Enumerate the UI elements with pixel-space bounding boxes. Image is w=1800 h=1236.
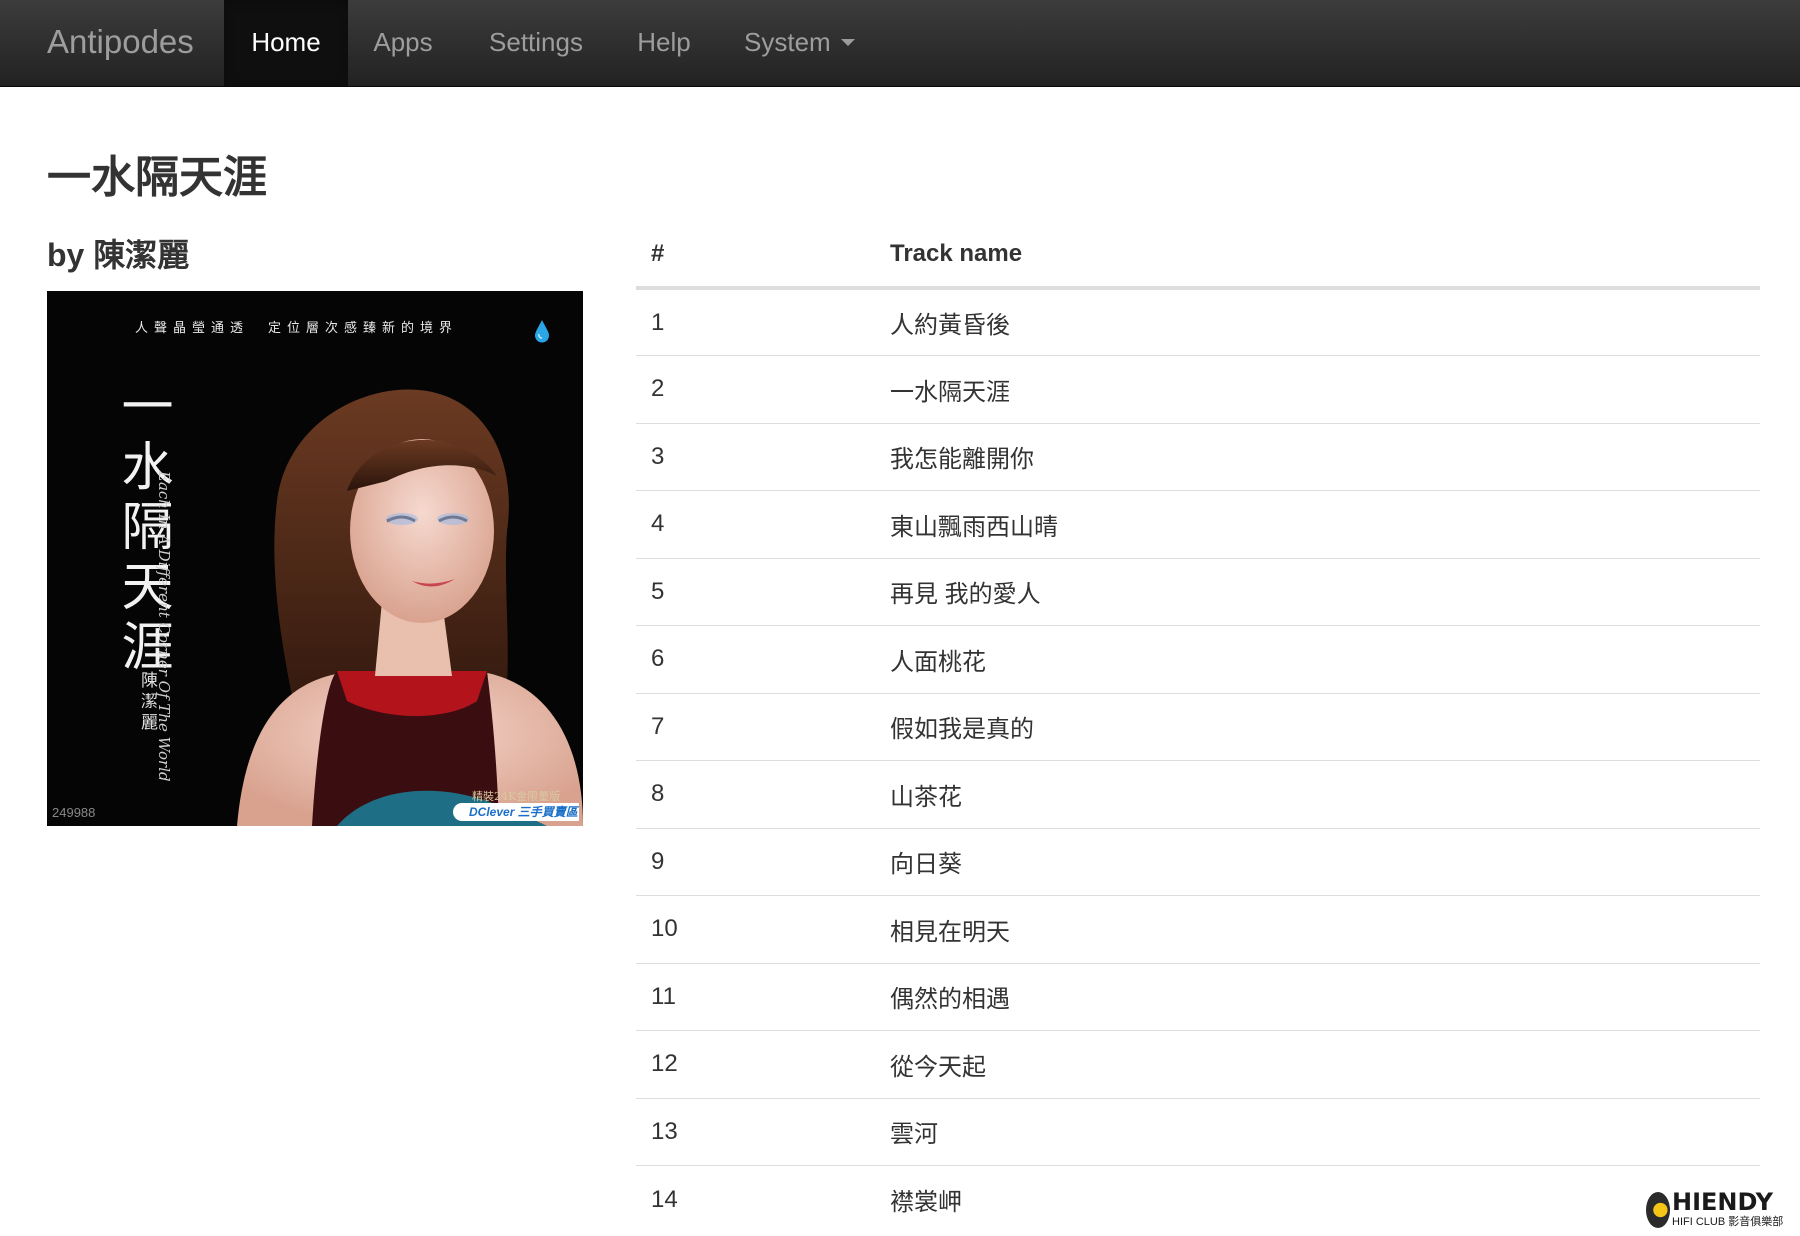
table-row[interactable]: 5 再見 我的愛人 <box>636 557 1760 626</box>
track-number: 3 <box>636 422 875 491</box>
track-number: 8 <box>636 760 875 828</box>
track-name: 一水隔天涯 <box>875 355 1760 423</box>
cover-logo: DClever 三手買賣區 <box>453 803 579 821</box>
table-row[interactable]: 3 我怎能離開你 <box>636 422 1760 491</box>
track-name: 人約黃昏後 <box>875 287 1760 356</box>
speaker-logo-icon <box>1646 1192 1670 1228</box>
table-row[interactable]: 7 假如我是真的 <box>636 692 1760 761</box>
table-row[interactable]: 4 東山飄雨西山晴 <box>636 490 1760 558</box>
cover-artist-vertical: 陳潔麗 <box>137 671 157 734</box>
watermark-name: HIENDY <box>1672 1188 1774 1216</box>
track-name: 襟裳岬 <box>875 1165 1760 1233</box>
track-number: 6 <box>636 625 875 693</box>
track-number: 4 <box>636 490 875 558</box>
track-name: 相見在明天 <box>875 895 1760 963</box>
track-number: 12 <box>636 1030 875 1098</box>
header-number: # <box>636 222 875 290</box>
track-name: 山茶花 <box>875 760 1760 828</box>
table-row[interactable]: 11 偶然的相遇 <box>636 962 1760 1031</box>
caret-down-icon <box>840 38 855 46</box>
track-name: 我怎能離開你 <box>875 422 1760 491</box>
table-row[interactable]: 9 向日葵 <box>636 827 1760 896</box>
track-number: 7 <box>636 692 875 761</box>
hiendy-watermark: HIENDY HIFI CLUB 影音俱樂部 <box>1642 1188 1800 1234</box>
nav-apps-label: Apps <box>373 27 433 57</box>
cover-portrait <box>237 389 583 826</box>
nav-settings[interactable]: Settings <box>487 0 585 86</box>
album-title: 一水隔天涯 <box>47 153 267 202</box>
nav-apps[interactable]: Apps <box>373 0 433 86</box>
track-number: 10 <box>636 895 875 963</box>
track-number: 2 <box>636 355 875 423</box>
track-name: 雲河 <box>875 1097 1760 1166</box>
track-name: 從今天起 <box>875 1030 1760 1098</box>
cover-code: 249988 <box>52 805 96 820</box>
table-row[interactable]: 14 襟裳岬 <box>636 1165 1760 1233</box>
album-cover: 人聲晶瑩通透 定位層次感臻新的境界 一水隔天涯 Each In A Differ… <box>47 291 583 826</box>
cover-badge: 精裝24K金限量版 <box>472 790 561 803</box>
track-number: 13 <box>636 1097 875 1166</box>
nav-settings-label: Settings <box>489 27 583 57</box>
track-number: 9 <box>636 827 875 896</box>
track-table: # Track name 1 人約黃昏後 2 一水隔天涯 3 我怎能離開你 4 東山飄雨… <box>636 222 1760 1233</box>
nav-help-label: Help <box>637 27 691 57</box>
nav-system-label: System <box>744 27 831 57</box>
brand-link[interactable]: Antipodes <box>47 0 194 87</box>
table-row[interactable]: 12 從今天起 <box>636 1030 1760 1098</box>
navbar: Antipodes Home Apps Settings Help System <box>0 0 1800 87</box>
table-row[interactable]: 6 人面桃花 <box>636 625 1760 693</box>
track-number: 11 <box>636 962 875 1031</box>
track-name: 假如我是真的 <box>875 692 1760 761</box>
table-row[interactable]: 10 相見在明天 <box>636 895 1760 963</box>
watermark-subtitle: HIFI CLUB 影音俱樂部 <box>1672 1216 1784 1228</box>
nav-home[interactable]: Home <box>224 0 348 86</box>
track-number: 5 <box>636 557 875 626</box>
track-name: 向日葵 <box>875 827 1760 896</box>
header-track-name: Track name <box>875 222 1760 290</box>
track-name: 人面桃花 <box>875 625 1760 693</box>
nav-home-label: Home <box>251 27 321 57</box>
cover-subtitle-vertical: Each In A Different Corner Of The World <box>155 471 173 782</box>
table-header-row: # Track name <box>636 222 1760 290</box>
table-row[interactable]: 13 雲河 <box>636 1097 1760 1166</box>
track-number: 1 <box>636 287 875 356</box>
water-drop-icon <box>535 320 549 343</box>
album-artist: by 陳潔麗 <box>47 237 190 273</box>
track-name: 再見 我的愛人 <box>875 557 1760 626</box>
track-name: 東山飄雨西山晴 <box>875 490 1760 558</box>
table-row[interactable]: 8 山茶花 <box>636 760 1760 828</box>
table-row[interactable]: 2 一水隔天涯 <box>636 355 1760 423</box>
track-number: 14 <box>636 1165 875 1233</box>
cover-slogan: 人聲晶瑩通透 定位層次感臻新的境界 <box>135 321 459 336</box>
track-name: 偶然的相遇 <box>875 962 1760 1031</box>
nav-help[interactable]: Help <box>636 0 692 86</box>
table-row[interactable]: 1 人約黃昏後 <box>636 287 1760 356</box>
nav-system-dropdown[interactable]: System <box>744 0 858 86</box>
